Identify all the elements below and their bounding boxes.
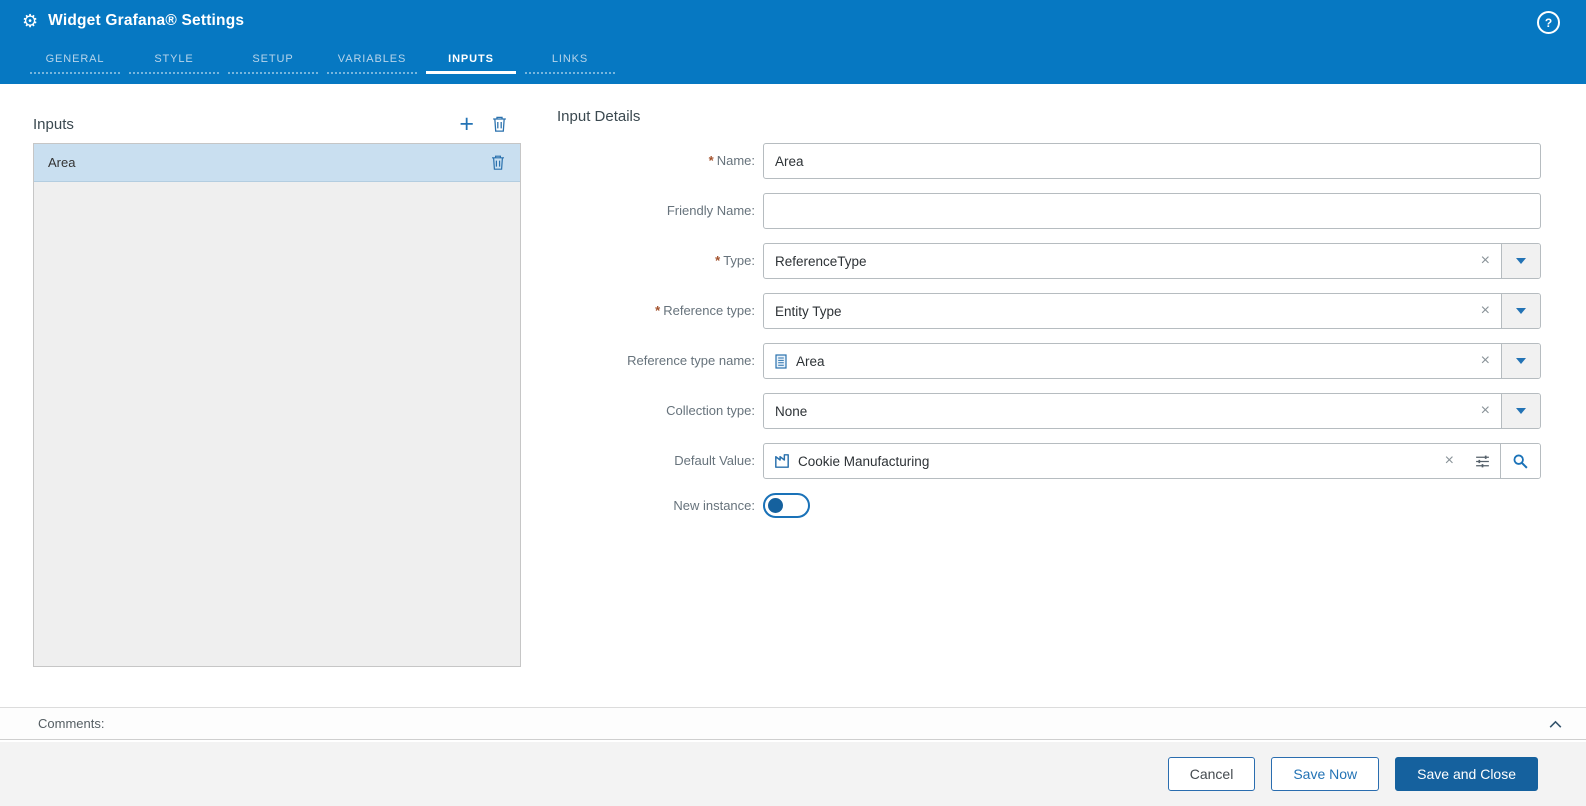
trash-icon: [493, 116, 506, 132]
search-button[interactable]: [1500, 444, 1540, 478]
dialog-header: ⚙ Widget Grafana® Settings ? GENERAL STY…: [0, 0, 1586, 84]
reference-type-row: * Reference type: Entity Type ×: [557, 293, 1541, 329]
clear-icon[interactable]: ×: [1470, 353, 1501, 369]
friendly-name-input[interactable]: [764, 194, 1540, 228]
new-instance-label-text: New instance:: [673, 497, 755, 513]
default-value-field[interactable]: Cookie Manufacturing ×: [763, 443, 1541, 479]
name-row: * Name:: [557, 143, 1541, 179]
factory-icon: [773, 452, 791, 470]
inputs-panel: Inputs + Area: [33, 105, 521, 667]
reference-type-dropdown[interactable]: Entity Type ×: [763, 293, 1541, 329]
tab-inputs[interactable]: INPUTS: [426, 44, 516, 74]
collection-type-dropdown[interactable]: None ×: [763, 393, 1541, 429]
input-details-title: Input Details: [557, 108, 641, 125]
tab-style[interactable]: STYLE: [129, 44, 219, 74]
comments-bar: Comments:: [0, 707, 1586, 740]
chevron-up-icon: [1549, 720, 1562, 728]
save-now-button[interactable]: Save Now: [1271, 757, 1380, 791]
clear-icon[interactable]: ×: [1470, 253, 1501, 269]
list-item[interactable]: Area: [34, 144, 520, 182]
chevron-down-icon: [1516, 358, 1526, 364]
reference-type-name-label-text: Reference type name:: [627, 353, 755, 368]
name-input[interactable]: [764, 144, 1540, 178]
name-field: [763, 143, 1541, 179]
collapse-comments-button[interactable]: [1547, 716, 1564, 733]
add-input-button[interactable]: +: [459, 112, 474, 137]
tab-links[interactable]: LINKS: [525, 44, 615, 74]
gear-icon: ⚙: [22, 11, 39, 31]
tab-setup[interactable]: SETUP: [228, 44, 318, 74]
reference-type-dropdown-button[interactable]: [1501, 294, 1540, 328]
type-dropdown-button[interactable]: [1501, 244, 1540, 278]
reference-type-value: Entity Type: [775, 303, 842, 319]
dialog-footer: Cancel Save Now Save and Close: [0, 742, 1586, 806]
default-value-text: Cookie Manufacturing: [798, 453, 930, 469]
trash-icon: [492, 155, 504, 170]
title-row: ⚙ Widget Grafana® Settings ?: [0, 0, 1586, 42]
search-icon: [1513, 454, 1528, 469]
required-marker: *: [715, 253, 721, 268]
inputs-panel-header: Inputs +: [33, 105, 521, 143]
type-label: * Type:: [557, 243, 763, 279]
reference-type-name-dropdown[interactable]: Area ×: [763, 343, 1541, 379]
new-instance-label: New instance:: [557, 494, 763, 518]
entity-document-icon: [773, 353, 789, 370]
comments-label: Comments:: [38, 716, 105, 731]
friendly-name-label-text: Friendly Name:: [666, 203, 755, 218]
reference-type-name-value: Area: [796, 353, 825, 369]
clear-icon[interactable]: ×: [1470, 303, 1501, 319]
required-marker: *: [655, 303, 661, 318]
reference-type-label-text: Reference type:: [663, 303, 755, 318]
chevron-down-icon: [1516, 258, 1526, 264]
tab-general[interactable]: GENERAL: [30, 44, 120, 74]
inputs-panel-title: Inputs: [33, 115, 74, 133]
delete-input-button[interactable]: [490, 154, 506, 171]
chevron-down-icon: [1516, 308, 1526, 314]
tab-variables[interactable]: VARIABLES: [327, 44, 417, 74]
clear-icon[interactable]: ×: [1470, 403, 1501, 419]
collection-type-dropdown-button[interactable]: [1501, 394, 1540, 428]
type-row: * Type: ReferenceType ×: [557, 243, 1541, 279]
reference-type-name-label: Reference type name:: [557, 343, 763, 379]
required-marker: *: [708, 153, 714, 168]
collection-type-value: None: [775, 403, 808, 419]
input-details-panel: Input Details *Name: Friendly Name: *Typ…: [557, 105, 1541, 532]
input-item-label: Area: [48, 155, 76, 170]
name-label: * Name:: [557, 143, 763, 179]
filter-sliders-icon[interactable]: [1465, 453, 1500, 470]
reference-type-name-row: Reference type name: Area ×: [557, 343, 1541, 379]
inputs-panel-actions: +: [459, 112, 521, 137]
cancel-button[interactable]: Cancel: [1167, 757, 1256, 791]
dialog-title: Widget Grafana® Settings: [48, 12, 245, 29]
type-label-text: Type:: [723, 253, 755, 268]
save-and-close-button[interactable]: Save and Close: [1395, 757, 1538, 791]
friendly-name-field: [763, 193, 1541, 229]
type-dropdown[interactable]: ReferenceType ×: [763, 243, 1541, 279]
reference-type-name-dropdown-button[interactable]: [1501, 344, 1540, 378]
inputs-list: Area: [33, 143, 521, 667]
toggle-knob: [768, 498, 783, 513]
chevron-down-icon: [1516, 408, 1526, 414]
new-instance-toggle[interactable]: [763, 493, 810, 518]
tab-bar: GENERAL STYLE SETUP VARIABLES INPUTS LIN…: [0, 44, 1586, 74]
default-value-label: Default Value:: [557, 443, 763, 479]
friendly-name-label: Friendly Name:: [557, 193, 763, 229]
collection-type-label: Collection type:: [557, 393, 763, 429]
new-instance-row: New instance:: [557, 493, 1541, 518]
collection-type-row: Collection type: None ×: [557, 393, 1541, 429]
type-value: ReferenceType: [775, 253, 867, 269]
default-value-label-text: Default Value:: [674, 453, 755, 468]
friendly-name-row: Friendly Name:: [557, 193, 1541, 229]
default-value-row: Default Value: Cookie Manufacturing ×: [557, 443, 1541, 479]
reference-type-label: * Reference type:: [557, 293, 763, 329]
clear-icon[interactable]: ×: [1434, 453, 1465, 469]
delete-all-inputs-button[interactable]: [491, 115, 508, 133]
widget-settings-dialog: ⚙ Widget Grafana® Settings ? GENERAL STY…: [0, 0, 1586, 806]
collection-type-label-text: Collection type:: [666, 403, 755, 418]
help-icon[interactable]: ?: [1537, 11, 1560, 34]
name-label-text: Name:: [716, 153, 755, 168]
